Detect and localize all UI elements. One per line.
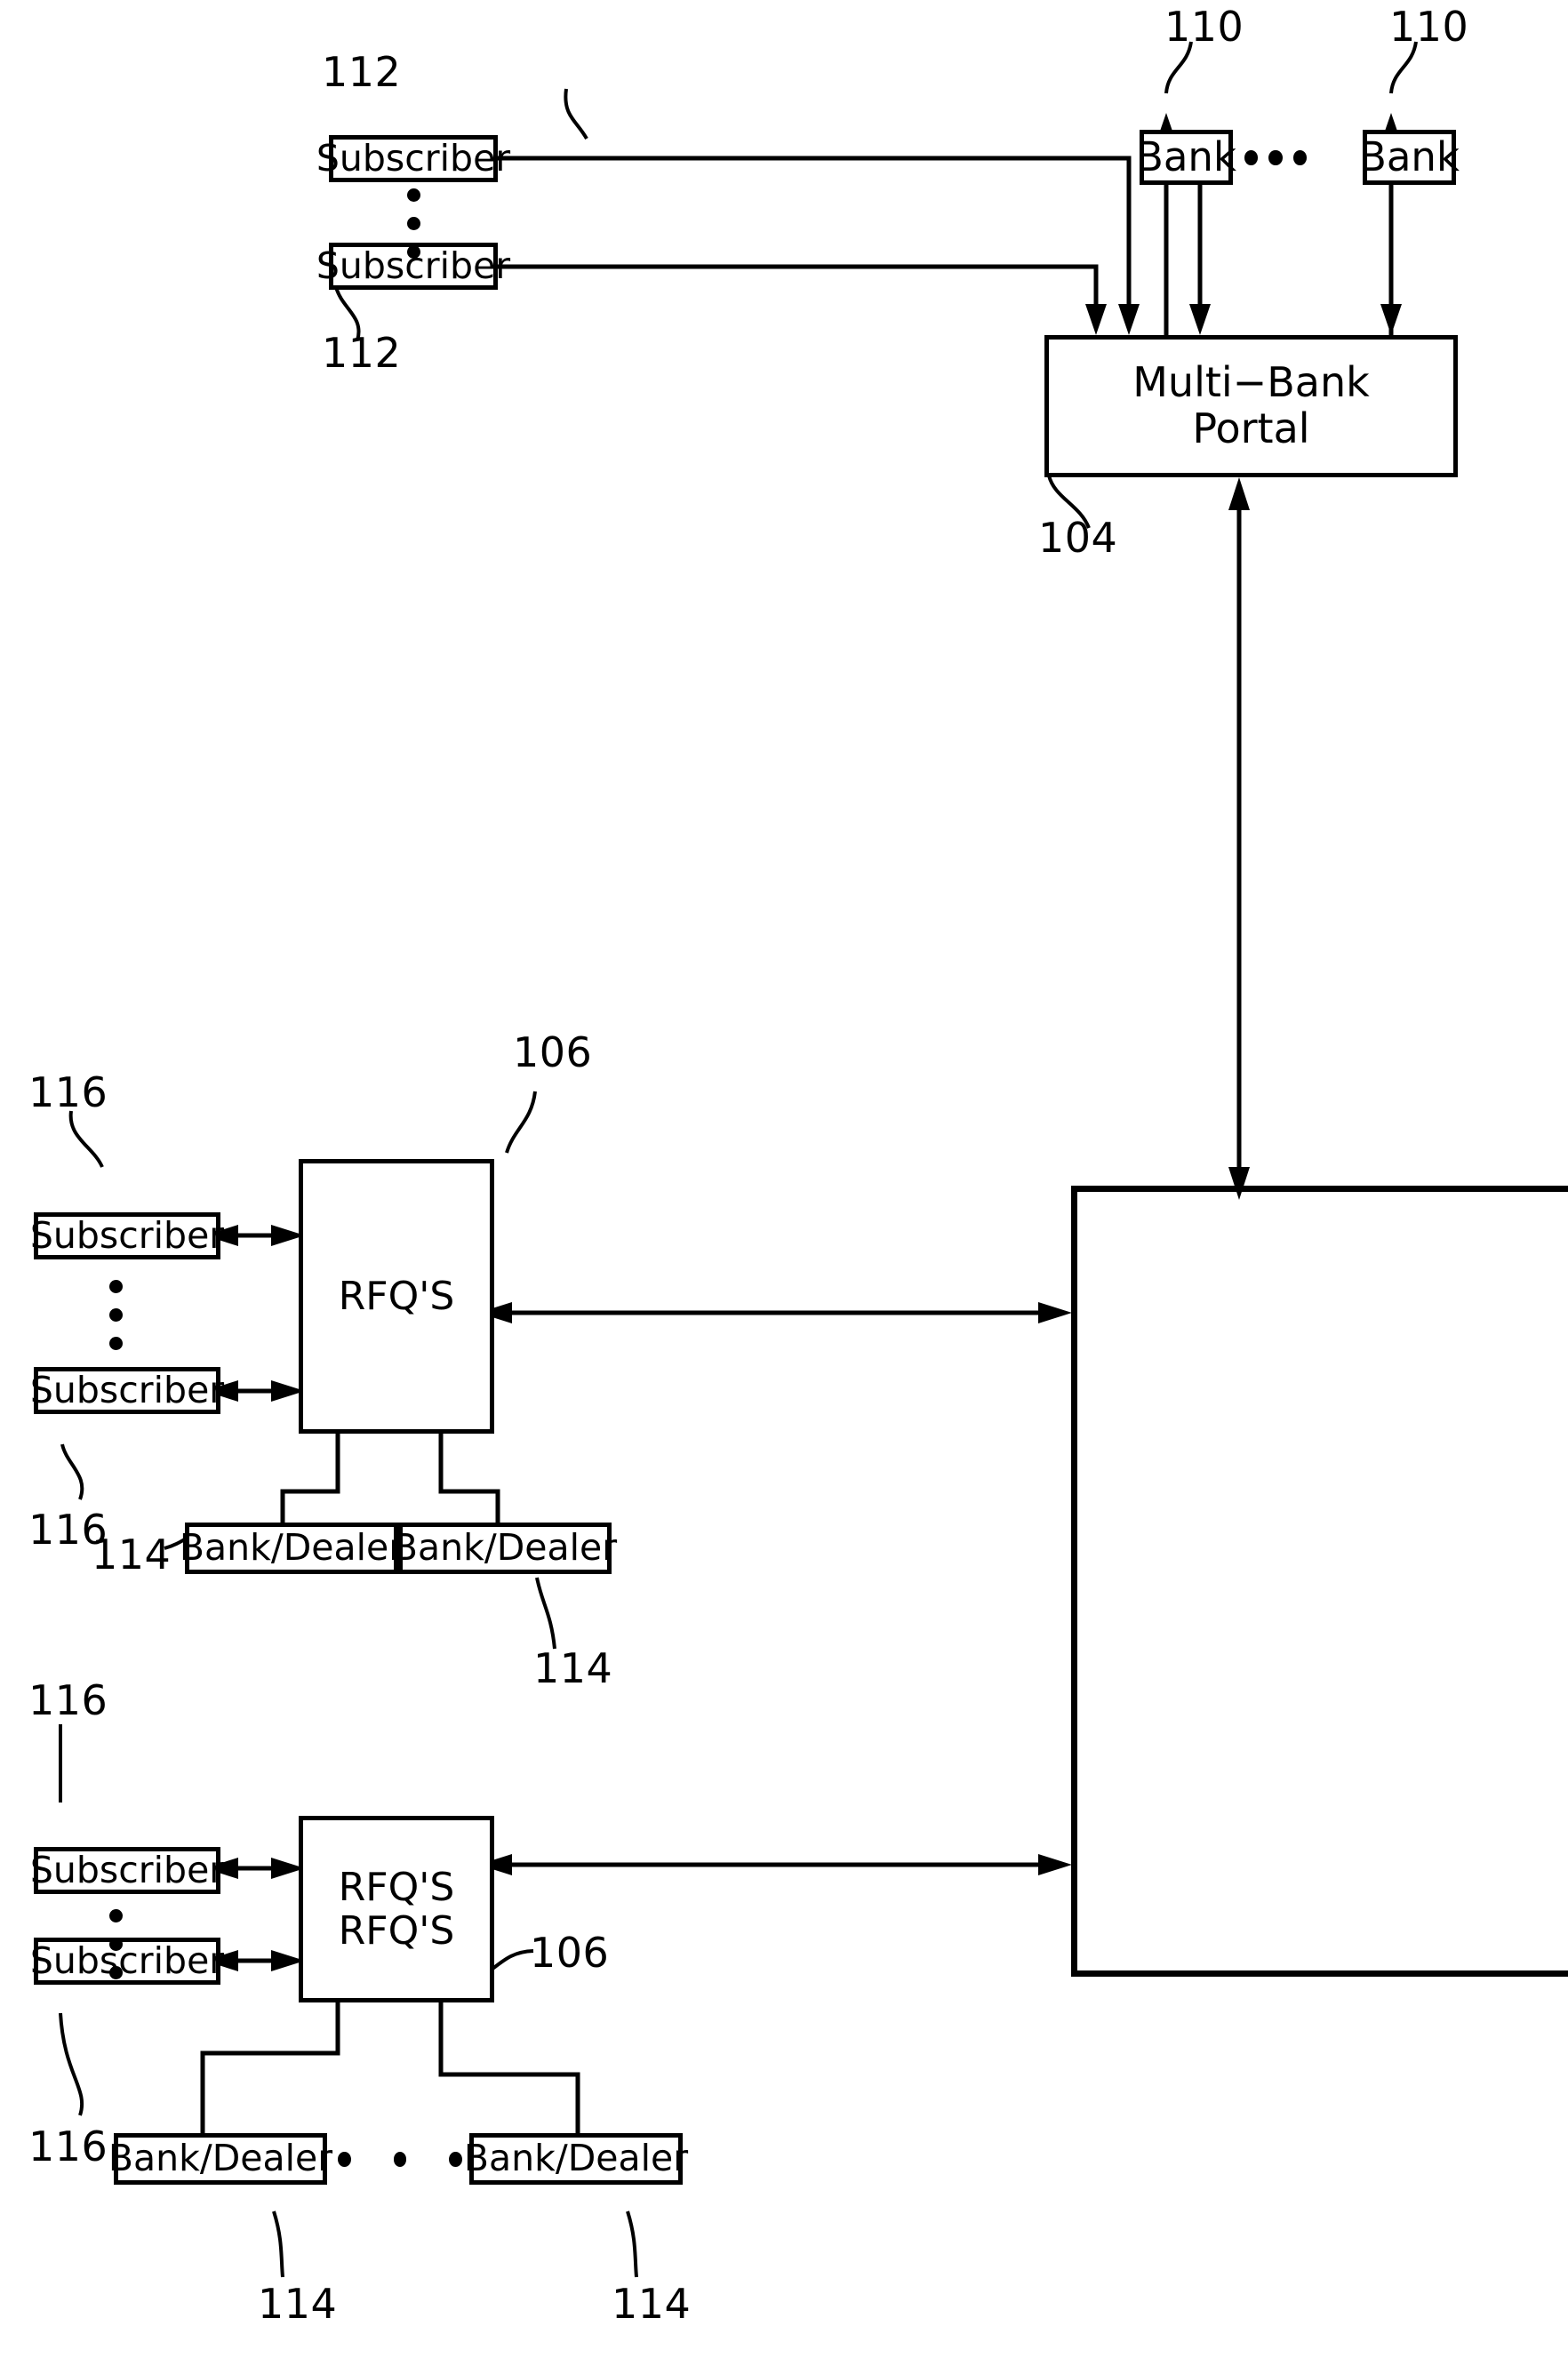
bank-dealer-box-mid-2-label: Bank/Dealer: [392, 1526, 618, 1570]
ref-114-b: 114: [533, 1644, 613, 1692]
ref-116-d: 116: [28, 2122, 108, 2170]
patent-figure-canvas: Bank Bank 110 110 Subscriber Subscriber …: [0, 0, 1568, 2358]
link-subscriber-top-1-to-portal: [498, 156, 1132, 318]
rfqs-box-bot[interactable]: RFQ'S RFQ'S: [299, 1816, 494, 2002]
ref-106-a: 106: [513, 1028, 593, 1076]
ref-106-b: 106: [530, 1929, 610, 1977]
subscriber-box-top-1-label: Subscriber: [316, 136, 511, 180]
ref-112-a: 112: [322, 48, 402, 96]
bank-dealer-box-mid-2[interactable]: Bank/Dealer: [393, 1523, 617, 1574]
ref-110-a: 110: [1164, 3, 1244, 51]
bank-dealer-box-bot-1-label: Bank/Dealer: [108, 2137, 333, 2180]
subscriber-box-bot-1[interactable]: Subscriber: [30, 1847, 224, 1894]
subscriber-box-mid-1-label: Subscriber: [29, 1213, 225, 1257]
ref-110-b: 110: [1389, 3, 1469, 51]
bank-dealer-box-bot-2-label: Bank/Dealer: [463, 2137, 689, 2180]
subscriber-top-ellipsis-dots: [402, 188, 425, 259]
bank-box-2-label: Bank: [1358, 132, 1460, 180]
system-boundary-frame: [1071, 1186, 1568, 1977]
leader-114-d: [626, 2210, 638, 2278]
bank-box-2[interactable]: Bank: [1359, 130, 1460, 185]
bank-dealer-box-bot-2[interactable]: Bank/Dealer: [464, 2133, 688, 2185]
ref-114-d: 114: [612, 2280, 692, 2328]
ref-116-a: 116: [28, 1068, 108, 1116]
link-rfqs-bot-to-dealer-2: [438, 2002, 580, 2133]
subscriber-box-bot-2-label: Subscriber: [29, 1938, 225, 1982]
bank-ellipsis-dots: [1244, 142, 1307, 172]
leader-116-a: [68, 1110, 104, 1168]
subscriber-bot-ellipsis-dots: [104, 1909, 127, 1979]
bank-dealer-ellipsis-dots: [338, 2149, 463, 2169]
ref-116-c: 116: [28, 1676, 108, 1724]
ref-112-b: 112: [322, 329, 402, 377]
subscriber-mid-ellipsis-dots: [104, 1280, 127, 1350]
link-subscriber-top-2-to-portal: [498, 264, 1099, 318]
rfqs-box-mid[interactable]: RFQ'S: [299, 1159, 494, 1434]
subscriber-box-mid-2[interactable]: Subscriber: [30, 1367, 224, 1414]
bank-box-1[interactable]: Bank: [1136, 130, 1236, 185]
multi-bank-portal-box[interactable]: Multi−Bank Portal: [1044, 335, 1458, 477]
bank-box-1-label: Bank: [1135, 132, 1237, 180]
subscriber-box-mid-2-label: Subscriber: [29, 1368, 225, 1411]
leader-116-d: [59, 2012, 84, 2116]
rfqs-box-bot-label: RFQ'S RFQ'S: [338, 1864, 455, 1954]
leader-116-b: [60, 1443, 84, 1500]
bank-dealer-box-mid-1[interactable]: Bank/Dealer: [180, 1523, 404, 1574]
ref-104: 104: [1038, 514, 1118, 562]
multi-bank-portal-label: Multi−Bank Portal: [1132, 358, 1370, 452]
leader-112-a: [564, 88, 588, 140]
leader-114-c: [272, 2210, 284, 2278]
link-rfqs-mid-to-dealer-1: [280, 1434, 340, 1524]
ref-114-a: 114: [92, 1531, 172, 1579]
subscriber-box-top-1[interactable]: Subscriber: [316, 135, 510, 182]
leader-106-a: [505, 1091, 537, 1154]
subscriber-box-bot-1-label: Subscriber: [29, 1848, 225, 1891]
link-rfqs-bot-to-dealer-1: [200, 2002, 340, 2133]
subscriber-box-mid-1[interactable]: Subscriber: [30, 1212, 224, 1259]
link-rfqs-mid-to-dealer-2: [438, 1434, 500, 1524]
rfqs-box-mid-label: RFQ'S: [338, 1273, 455, 1319]
bank-dealer-box-bot-1[interactable]: Bank/Dealer: [108, 2133, 332, 2185]
subscriber-box-bot-2[interactable]: Subscriber: [30, 1938, 224, 1985]
leader-114-b: [535, 1577, 556, 1650]
ref-114-c: 114: [258, 2280, 338, 2328]
bank-dealer-box-mid-1-label: Bank/Dealer: [179, 1526, 404, 1570]
